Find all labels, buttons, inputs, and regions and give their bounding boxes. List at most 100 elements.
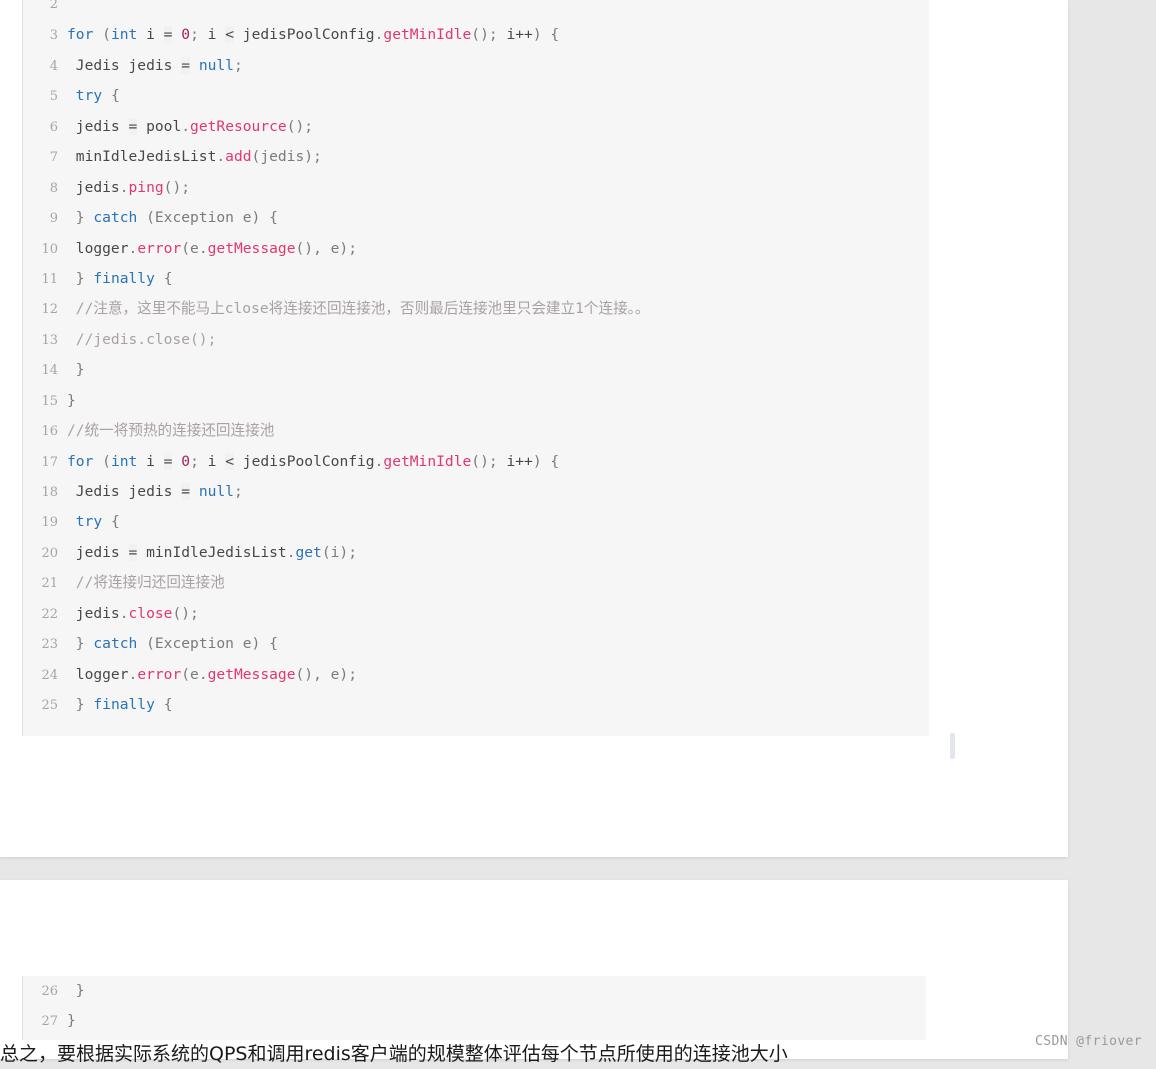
line-number: 26 bbox=[41, 984, 58, 999]
code-token: ; bbox=[348, 543, 357, 561]
code-token: error bbox=[137, 239, 182, 257]
code-block-jedis-warmup-continued[interactable]: 26 } 27} bbox=[22, 976, 926, 1040]
code-token: logger bbox=[67, 239, 129, 257]
code-line: 4 Jedis jedis = null; bbox=[23, 51, 929, 81]
code-token: null bbox=[198, 56, 234, 74]
code-token: { bbox=[110, 87, 120, 105]
code-token: null bbox=[198, 483, 234, 500]
code-line: 24 logger.error(e.getMessage(), e); bbox=[23, 660, 929, 690]
code-token: () bbox=[172, 604, 191, 622]
code-line-content: for (int i = 0; i < jedisPoolConfig.getM… bbox=[67, 20, 559, 50]
code-token: getResource bbox=[190, 117, 287, 135]
code-line-content: jedis = minIdleJedisList.get(i); bbox=[67, 538, 357, 568]
code-token: . bbox=[119, 604, 129, 622]
code-line-content: } bbox=[67, 355, 85, 385]
line-number: 18 bbox=[41, 485, 58, 500]
code-token: { bbox=[550, 452, 560, 470]
code-token: get bbox=[295, 543, 322, 561]
code-line: 10 logger.error(e.getMessage(), e); bbox=[23, 234, 929, 264]
code-token: ; bbox=[313, 148, 322, 166]
code-token: ; bbox=[304, 117, 314, 135]
line-number: 4 bbox=[49, 58, 58, 74]
code-token: try bbox=[75, 513, 103, 531]
line-number: 24 bbox=[41, 667, 58, 683]
code-token: int bbox=[110, 26, 138, 44]
line-number: 8 bbox=[49, 180, 58, 196]
code-token: ; bbox=[190, 604, 199, 622]
code-token: ; bbox=[233, 483, 243, 500]
code-line-content: } bbox=[67, 976, 85, 1006]
line-number: 12 bbox=[41, 302, 58, 318]
code-token: . bbox=[216, 148, 226, 166]
code-line-content: Jedis jedis = null; bbox=[67, 477, 243, 507]
code-token: i bbox=[198, 26, 226, 44]
code-token: { bbox=[110, 513, 120, 531]
code-token: i bbox=[137, 452, 164, 470]
code-token: () bbox=[471, 26, 489, 44]
code-token: for bbox=[67, 452, 94, 470]
line-number: 11 bbox=[41, 271, 58, 287]
code-token: ; bbox=[348, 239, 358, 257]
code-token: . bbox=[181, 117, 191, 135]
code-token: () bbox=[471, 452, 489, 470]
code-line-content: logger.error(e.getMessage(), e); bbox=[67, 660, 357, 690]
line-number: 17 bbox=[41, 454, 58, 470]
code-token: 0 bbox=[181, 26, 191, 44]
code-line-content: try { bbox=[67, 507, 120, 537]
code-line-content: jedis.ping(); bbox=[67, 173, 190, 203]
code-token: ; bbox=[190, 452, 199, 470]
code-block-jedis-warmup[interactable]: 2 3 for (int i = 0; i < jedisPoolConfig.ge… bbox=[22, 0, 929, 736]
code-line: 19 try { bbox=[23, 507, 929, 537]
code-token: getMessage bbox=[207, 239, 296, 257]
code-line: 8 jedis.ping(); bbox=[23, 173, 929, 203]
code-token: (i) bbox=[321, 543, 349, 561]
code-horizontal-scrollbar-track[interactable] bbox=[22, 736, 955, 742]
code-token: minIdleJedisList bbox=[137, 543, 287, 561]
code-token: //统一将预热的连接还回连接池 bbox=[67, 422, 275, 440]
code-line: 16 //统一将预热的连接还回连接池 bbox=[23, 416, 929, 446]
code-line-content: jedis = pool.getResource(); bbox=[67, 112, 313, 142]
line-number: 15 bbox=[41, 393, 58, 409]
code-token: < bbox=[225, 452, 235, 470]
code-token: { bbox=[550, 26, 560, 44]
code-line-content: } finally { bbox=[67, 264, 173, 294]
code-token: . bbox=[198, 239, 208, 257]
line-number: 5 bbox=[49, 89, 58, 105]
code-token: (Exception e) { bbox=[137, 635, 278, 653]
code-horizontal-scrollbar-thumb[interactable] bbox=[950, 733, 955, 759]
code-token: catch bbox=[93, 635, 138, 653]
code-token: jedis bbox=[67, 543, 129, 561]
code-line-content: //将连接归还回连接池 bbox=[67, 568, 225, 598]
code-line: 18 Jedis jedis = null; bbox=[23, 477, 929, 507]
code-token: = bbox=[128, 543, 138, 561]
code-line-content: } catch (Exception e) { bbox=[67, 203, 278, 233]
code-token: minIdleJedisList bbox=[67, 148, 217, 166]
line-number: 2 bbox=[49, 0, 58, 12]
code-token: i bbox=[198, 452, 226, 470]
code-line: 22 jedis.close(); bbox=[23, 599, 929, 629]
code-token: add bbox=[225, 148, 252, 166]
code-token: (), e) bbox=[295, 239, 349, 257]
code-line-content: minIdleJedisList.add(jedis); bbox=[67, 142, 322, 172]
code-token: close bbox=[128, 604, 173, 622]
code-token: { bbox=[163, 269, 173, 287]
code-token: jedis bbox=[67, 178, 120, 196]
code-token: ; bbox=[181, 178, 191, 196]
line-number: 25 bbox=[41, 698, 58, 714]
code-line-content: for (int i = 0; i < jedisPoolConfig.getM… bbox=[67, 447, 559, 477]
code-token: int bbox=[110, 452, 138, 470]
code-token: ; bbox=[488, 452, 498, 470]
code-token: (jedis) bbox=[251, 148, 314, 166]
code-line-content: //统一将预热的连接还回连接池 bbox=[67, 416, 274, 446]
code-token: () bbox=[286, 117, 305, 135]
code-line: 6 jedis = pool.getResource(); bbox=[23, 112, 929, 142]
line-number: 21 bbox=[41, 576, 58, 592]
code-line-list: 2 3 for (int i = 0; i < jedisPoolConfig.ge… bbox=[23, 0, 929, 721]
code-token: finally bbox=[93, 696, 155, 714]
